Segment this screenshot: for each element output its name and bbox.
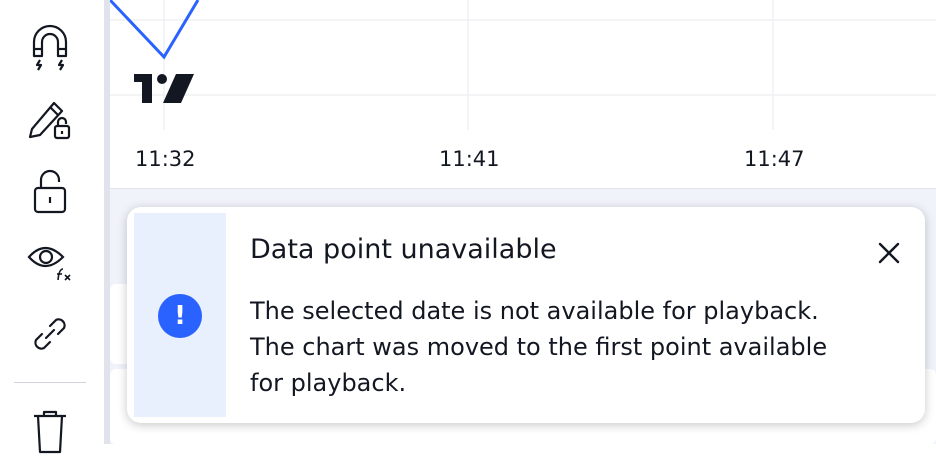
- time-axis-label: 11:41: [439, 147, 500, 171]
- pencil-lock-icon: [28, 101, 71, 140]
- price-chart[interactable]: 11:32 11:41 11:47: [110, 0, 936, 188]
- close-icon: [878, 242, 900, 264]
- magnet-tool-button[interactable]: [22, 20, 78, 76]
- price-series-line: [110, 0, 200, 60]
- info-alert-icon: !: [158, 294, 202, 338]
- toast-message-line: for playback.: [250, 369, 407, 397]
- eye-fx-icon: [27, 246, 71, 281]
- remove-drawings-button[interactable]: [22, 402, 78, 458]
- time-axis-label: 11:32: [135, 147, 196, 171]
- lock-icon: [33, 169, 67, 214]
- toast-title: Data point unavailable: [250, 234, 557, 265]
- time-axis-label: 11:47: [744, 147, 805, 171]
- toast-message-line: The chart was moved to the first point a…: [250, 333, 828, 361]
- magnet-icon: [32, 24, 68, 71]
- chart-canvas: [110, 0, 936, 130]
- link-button[interactable]: [22, 306, 78, 362]
- notification-toast: ! Data point unavailable The selected da…: [127, 207, 925, 423]
- toolbar-divider: [14, 382, 86, 383]
- close-button[interactable]: [873, 237, 905, 269]
- toast-message: The selected date is not available for p…: [250, 293, 890, 401]
- trash-icon: [34, 410, 66, 454]
- toast-message-line: The selected date is not available for p…: [250, 297, 819, 325]
- hide-indicators-button[interactable]: [22, 230, 78, 286]
- link-icon: [34, 318, 66, 350]
- drawing-toolbar: [0, 0, 104, 454]
- lock-drawings-button[interactable]: [22, 90, 78, 146]
- lock-all-button[interactable]: [22, 164, 78, 220]
